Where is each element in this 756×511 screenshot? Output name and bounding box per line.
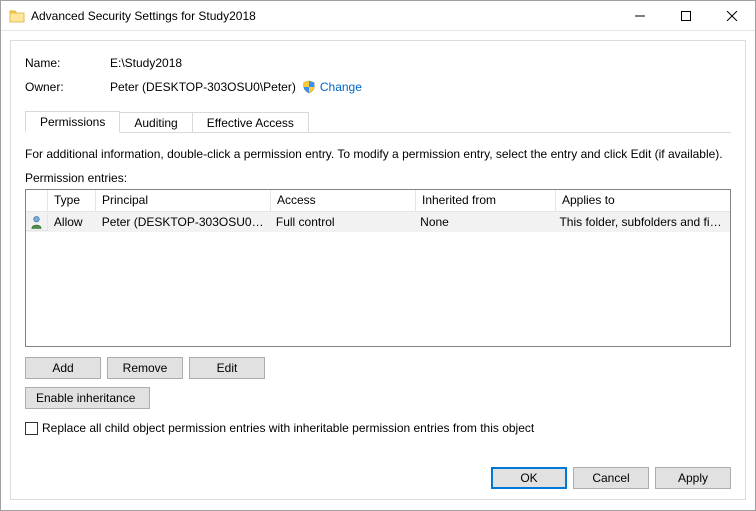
col-inherited[interactable]: Inherited from: [416, 190, 556, 212]
col-applies[interactable]: Applies to: [556, 190, 730, 212]
add-button[interactable]: Add: [25, 357, 101, 379]
apply-button[interactable]: Apply: [655, 467, 731, 489]
enable-inheritance-button[interactable]: Enable inheritance: [25, 387, 150, 409]
name-value: E:\Study2018: [110, 56, 182, 70]
info-text: For additional information, double-click…: [25, 147, 731, 161]
owner-value: Peter (DESKTOP-303OSU0\Peter): [110, 80, 296, 94]
titlebar: Advanced Security Settings for Study2018: [1, 1, 755, 31]
cell-applies: This folder, subfolders and files: [553, 215, 730, 229]
replace-checkbox-row[interactable]: Replace all child object permission entr…: [25, 421, 731, 435]
tab-strip: Permissions Auditing Effective Access: [25, 111, 731, 133]
col-type[interactable]: Type: [48, 190, 96, 212]
table-header: Type Principal Access Inherited from App…: [26, 190, 730, 212]
tab-permissions[interactable]: Permissions: [25, 111, 120, 133]
col-access[interactable]: Access: [271, 190, 416, 212]
cell-inherited: None: [414, 215, 553, 229]
cell-type: Allow: [48, 215, 96, 229]
close-button[interactable]: [709, 1, 755, 31]
change-owner-link[interactable]: Change: [320, 80, 362, 94]
shield-icon: [302, 80, 316, 94]
name-label: Name:: [25, 56, 110, 70]
tab-auditing[interactable]: Auditing: [119, 112, 192, 133]
dialog-footer: OK Cancel Apply: [491, 467, 731, 489]
folder-icon: [9, 8, 25, 24]
replace-checkbox-label: Replace all child object permission entr…: [42, 421, 534, 435]
user-icon: [26, 214, 48, 231]
edit-button[interactable]: Edit: [189, 357, 265, 379]
main-panel: Name: E:\Study2018 Owner: Peter (DESKTOP…: [10, 40, 746, 500]
cell-principal: Peter (DESKTOP-303OSU0\Pet...: [96, 215, 270, 229]
window-title: Advanced Security Settings for Study2018: [31, 9, 256, 23]
button-row: Add Remove Edit: [25, 357, 731, 379]
maximize-button[interactable]: [663, 1, 709, 31]
minimize-button[interactable]: [617, 1, 663, 31]
tab-effective-access[interactable]: Effective Access: [192, 112, 309, 133]
table-row[interactable]: Allow Peter (DESKTOP-303OSU0\Pet... Full…: [26, 212, 730, 232]
owner-label: Owner:: [25, 80, 110, 94]
cancel-button[interactable]: Cancel: [573, 467, 649, 489]
cell-access: Full control: [270, 215, 414, 229]
owner-row: Owner: Peter (DESKTOP-303OSU0\Peter) Cha…: [25, 77, 731, 97]
ok-button[interactable]: OK: [491, 467, 567, 489]
replace-checkbox[interactable]: [25, 422, 38, 435]
permission-entries-label: Permission entries:: [25, 171, 731, 185]
permission-table: Type Principal Access Inherited from App…: [25, 189, 731, 347]
name-row: Name: E:\Study2018: [25, 53, 731, 73]
remove-button[interactable]: Remove: [107, 357, 183, 379]
col-principal[interactable]: Principal: [96, 190, 271, 212]
